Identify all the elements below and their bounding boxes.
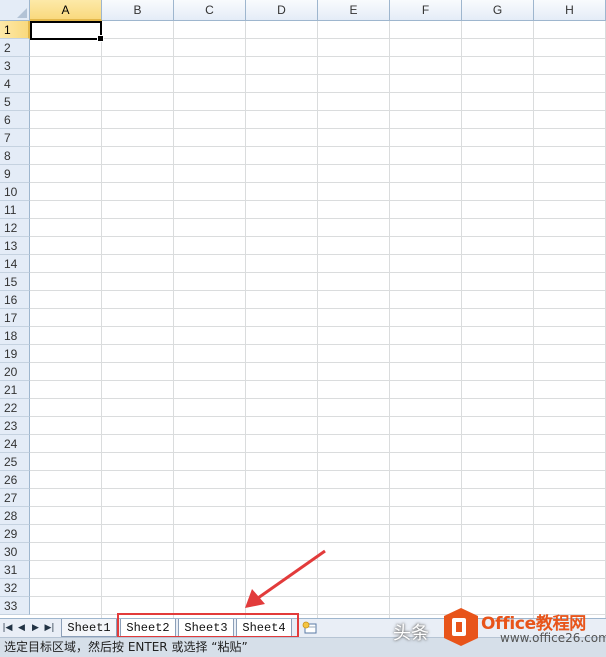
row-gridline	[30, 506, 606, 507]
row-header-32[interactable]: 32	[0, 579, 30, 597]
row-gridline	[30, 344, 606, 345]
row-header-8[interactable]: 8	[0, 147, 30, 165]
row-gridline	[30, 164, 606, 165]
active-cell-a1[interactable]	[30, 21, 104, 42]
row-gridline	[30, 362, 606, 363]
column-gridline	[101, 21, 102, 618]
row-header-23[interactable]: 23	[0, 417, 30, 435]
row-header-18[interactable]: 18	[0, 327, 30, 345]
insert-worksheet-icon[interactable]	[302, 621, 318, 635]
row-gridline	[30, 308, 606, 309]
row-gridline	[30, 254, 606, 255]
row-header-3[interactable]: 3	[0, 57, 30, 75]
highlight-box	[117, 613, 299, 638]
row-gridline	[30, 326, 606, 327]
watermark-site: www.office26.com	[500, 631, 606, 645]
row-header-30[interactable]: 30	[0, 543, 30, 561]
column-gridline	[245, 21, 246, 618]
row-header-17[interactable]: 17	[0, 309, 30, 327]
last-sheet-button[interactable]: ▶|	[43, 620, 56, 636]
row-gridline	[30, 56, 606, 57]
select-all-triangle-icon	[17, 8, 27, 18]
column-gridline	[389, 21, 390, 618]
row-header-29[interactable]: 29	[0, 525, 30, 543]
spreadsheet-grid[interactable]: ABCDEFGH 1 2 3 4 5 6 7 8 9 10 11 12 13 14 15 16 17 18 19 20…	[0, 0, 606, 618]
row-gridline	[30, 110, 606, 111]
row-gridline	[30, 380, 606, 381]
row-gridline	[30, 596, 606, 597]
office-logo-icon	[444, 608, 478, 646]
row-header-1[interactable]: 1	[0, 21, 30, 39]
row-gridline	[30, 416, 606, 417]
row-gridline	[30, 488, 606, 489]
column-header-b[interactable]: B	[102, 0, 174, 21]
prev-sheet-button[interactable]: ◀	[15, 620, 28, 636]
row-header-33[interactable]: 33	[0, 597, 30, 615]
row-header-7[interactable]: 7	[0, 129, 30, 147]
row-gridline	[30, 92, 606, 93]
row-header-12[interactable]: 12	[0, 219, 30, 237]
row-gridline	[30, 398, 606, 399]
row-header-20[interactable]: 20	[0, 363, 30, 381]
first-sheet-button[interactable]: |◀	[1, 620, 14, 636]
row-gridline	[30, 272, 606, 273]
row-header-6[interactable]: 6	[0, 111, 30, 129]
row-gridline	[30, 38, 606, 39]
row-gridline	[30, 524, 606, 525]
column-gridline	[533, 21, 534, 618]
column-header-e[interactable]: E	[318, 0, 390, 21]
next-sheet-button[interactable]: ▶	[29, 620, 42, 636]
row-header-16[interactable]: 16	[0, 291, 30, 309]
row-gridline	[30, 200, 606, 201]
row-header-25[interactable]: 25	[0, 453, 30, 471]
row-header-10[interactable]: 10	[0, 183, 30, 201]
fill-handle[interactable]	[97, 35, 104, 42]
row-header-9[interactable]: 9	[0, 165, 30, 183]
row-header-19[interactable]: 19	[0, 345, 30, 363]
column-header-d[interactable]: D	[246, 0, 318, 21]
row-gridline	[30, 470, 606, 471]
row-gridline	[30, 542, 606, 543]
row-gridline	[30, 236, 606, 237]
column-header-f[interactable]: F	[390, 0, 462, 21]
row-header-2[interactable]: 2	[0, 39, 30, 57]
row-gridline	[30, 290, 606, 291]
row-header-5[interactable]: 5	[0, 93, 30, 111]
status-message: 选定目标区域，然后按 ENTER 或选择 “粘贴”	[4, 640, 248, 654]
sheet-tab-sheet1[interactable]: Sheet1	[61, 619, 117, 637]
row-header-13[interactable]: 13	[0, 237, 30, 255]
row-gridline	[30, 74, 606, 75]
row-header-28[interactable]: 28	[0, 507, 30, 525]
column-gridline	[461, 21, 462, 618]
column-header-h[interactable]: H	[534, 0, 606, 21]
column-gridline	[173, 21, 174, 618]
row-header-24[interactable]: 24	[0, 435, 30, 453]
row-header-11[interactable]: 11	[0, 201, 30, 219]
row-header-27[interactable]: 27	[0, 489, 30, 507]
row-header-14[interactable]: 14	[0, 255, 30, 273]
row-header-4[interactable]: 4	[0, 75, 30, 93]
select-all-corner[interactable]	[0, 0, 30, 21]
row-gridline	[30, 218, 606, 219]
row-gridline	[30, 560, 606, 561]
column-header-c[interactable]: C	[174, 0, 246, 21]
row-header-15[interactable]: 15	[0, 273, 30, 291]
row-gridline	[30, 578, 606, 579]
watermark-prefix: 头条	[393, 623, 429, 644]
row-gridline	[30, 128, 606, 129]
row-header-22[interactable]: 22	[0, 399, 30, 417]
column-header-g[interactable]: G	[462, 0, 534, 21]
row-gridline	[30, 452, 606, 453]
row-header-31[interactable]: 31	[0, 561, 30, 579]
row-header-26[interactable]: 26	[0, 471, 30, 489]
row-gridline	[30, 434, 606, 435]
row-header-21[interactable]: 21	[0, 381, 30, 399]
row-gridline	[30, 146, 606, 147]
column-header-a[interactable]: A	[30, 0, 102, 21]
row-gridline	[30, 182, 606, 183]
column-gridline	[317, 21, 318, 618]
